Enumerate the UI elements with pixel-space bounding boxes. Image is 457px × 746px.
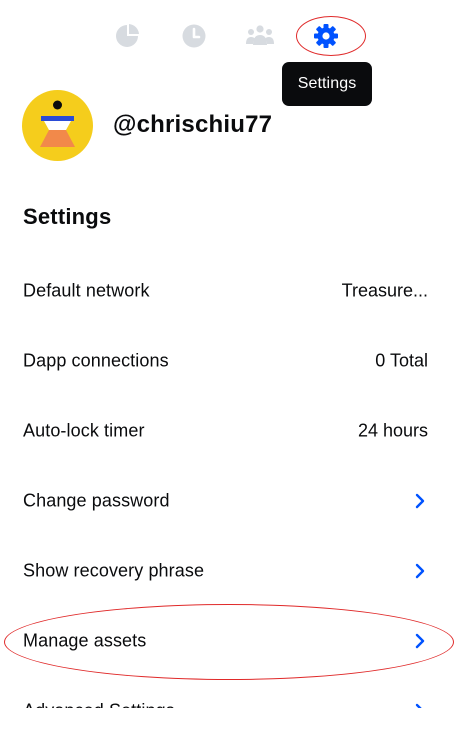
activity-tab[interactable] (179, 21, 209, 51)
manage-assets-row[interactable]: Manage assets (0, 606, 457, 676)
profile-header: @chrischiu77 (22, 89, 273, 161)
row-value: 0 Total (375, 350, 428, 371)
default-network-row[interactable]: Default network Treasure... (0, 256, 457, 326)
top-navigation (0, 0, 457, 72)
row-value: Treasure... (341, 280, 428, 301)
tooltip-text: Settings (297, 75, 357, 92)
people-tab[interactable] (245, 21, 275, 51)
scroll-clip (0, 708, 457, 738)
gear-icon (313, 23, 339, 49)
row-label: Show recovery phrase (23, 560, 205, 581)
clock-icon (181, 23, 207, 49)
people-icon (246, 24, 274, 48)
username: @chrischiu77 (113, 111, 273, 138)
change-password-row[interactable]: Change password (0, 466, 457, 536)
dapp-connections-row[interactable]: Dapp connections 0 Total (0, 326, 457, 396)
avatar[interactable] (22, 89, 93, 161)
settings-list: Default network Treasure... Dapp connect… (0, 256, 457, 746)
row-label: Default network (23, 280, 150, 301)
settings-tooltip: Settings (282, 62, 372, 106)
chevron-right-icon (413, 493, 427, 509)
row-label: Auto-lock timer (23, 420, 145, 441)
row-label: Change password (23, 490, 170, 511)
show-recovery-phrase-row[interactable]: Show recovery phrase (0, 536, 457, 606)
row-label: Manage assets (23, 630, 147, 651)
settings-tab[interactable] (311, 21, 341, 51)
chevron-right-icon (413, 563, 427, 579)
row-value: 24 hours (357, 420, 428, 441)
chevron-right-icon (413, 633, 427, 649)
portfolio-tab[interactable] (112, 21, 142, 51)
page-title: Settings (23, 204, 112, 229)
row-label: Dapp connections (23, 350, 169, 371)
pie-chart-icon (114, 23, 140, 49)
auto-lock-timer-row[interactable]: Auto-lock timer 24 hours (0, 396, 457, 466)
